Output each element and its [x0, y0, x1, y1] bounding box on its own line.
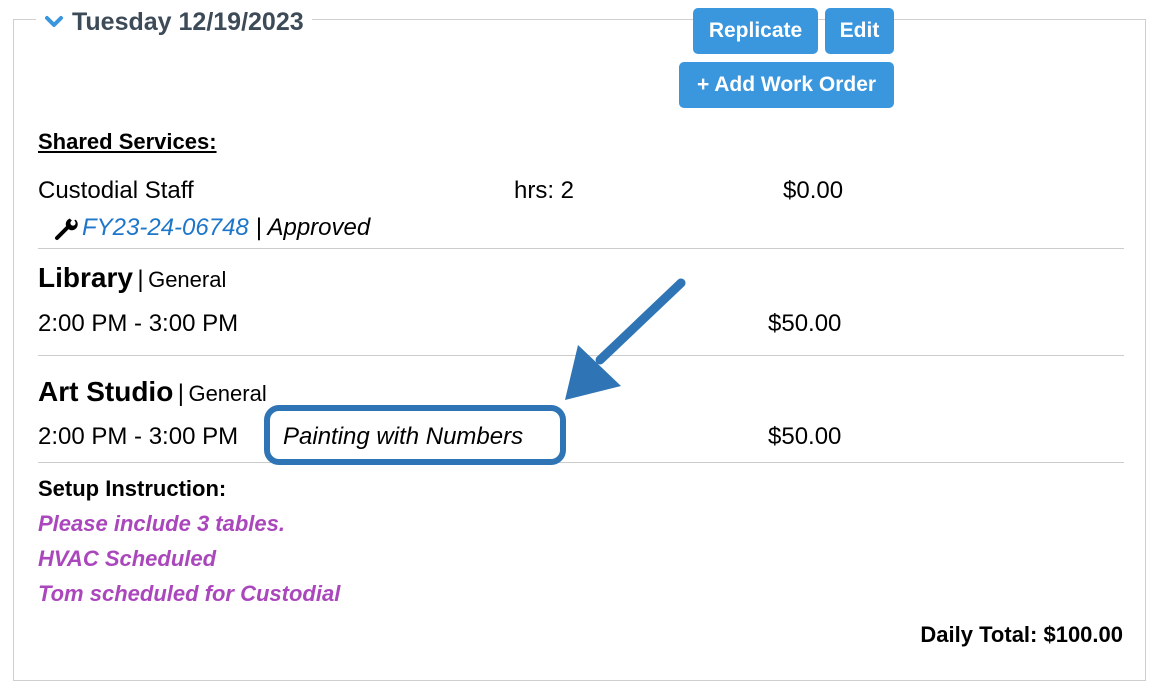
- event-name: Painting with Numbers: [283, 423, 524, 450]
- venue-name: Library: [38, 262, 133, 293]
- chevron-down-icon[interactable]: [44, 12, 64, 32]
- booking-type: General: [188, 381, 267, 406]
- add-work-order-button[interactable]: + Add Work Order: [679, 62, 894, 108]
- setup-line: Please include 3 tables.: [38, 511, 286, 536]
- daily-total: Daily Total: $100.00: [920, 622, 1123, 647]
- day-header[interactable]: Tuesday 12/19/2023: [36, 4, 312, 40]
- work-order-link[interactable]: FY23-24-06748: [82, 214, 249, 241]
- booking-library-header: Library | General: [38, 262, 226, 294]
- service-hours: hrs: 2: [514, 177, 575, 204]
- booking-price: $50.00: [768, 423, 842, 450]
- booking-art-studio-header: Art Studio | General: [38, 376, 267, 408]
- venue-separator: |: [177, 380, 184, 407]
- shared-services-heading: Shared Services:: [38, 129, 217, 154]
- booking-time: 2:00 PM - 3:00 PM: [38, 423, 239, 450]
- service-name: Custodial Staff: [38, 177, 194, 204]
- service-price: $0.00: [783, 177, 844, 204]
- booking-time: 2:00 PM - 3:00 PM: [38, 310, 239, 337]
- work-order-status: | Approved: [255, 214, 371, 241]
- wrench-icon: [55, 215, 78, 240]
- divider: [38, 462, 1124, 463]
- replicate-button[interactable]: Replicate: [693, 8, 818, 54]
- setup-heading: Setup Instruction:: [38, 476, 227, 501]
- venue-separator: |: [137, 266, 144, 293]
- setup-line: Tom scheduled for Custodial: [38, 581, 341, 606]
- divider: [38, 248, 1124, 249]
- day-date: Tuesday 12/19/2023: [72, 7, 304, 36]
- booking-type: General: [148, 267, 227, 292]
- booking-price: $50.00: [768, 310, 842, 337]
- venue-name: Art Studio: [38, 376, 174, 407]
- setup-line: HVAC Scheduled: [38, 546, 217, 571]
- divider: [38, 355, 1124, 356]
- edit-button[interactable]: Edit: [825, 8, 894, 54]
